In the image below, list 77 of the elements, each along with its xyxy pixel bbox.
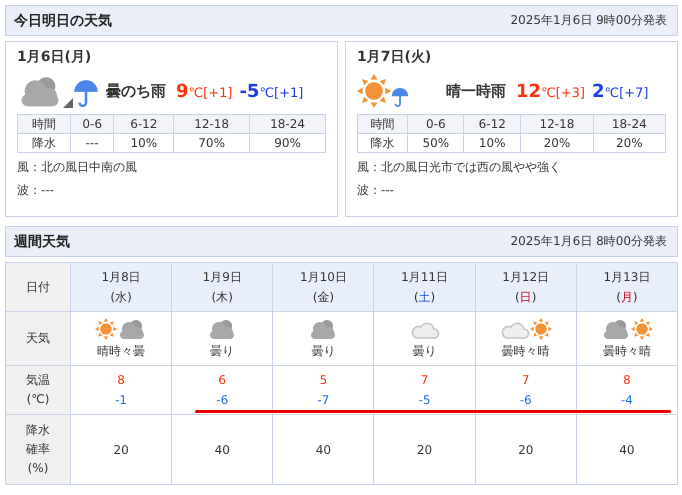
high-temperature: 7 <box>420 372 430 389</box>
table-cell: --- <box>70 134 114 152</box>
issued-time: 2025年1月6日 8時00分発表 <box>510 233 667 250</box>
table-cell: 18-24 <box>250 114 326 134</box>
issued-time: 2025年1月6日 9時00分発表 <box>510 12 667 29</box>
day-date: 1月7日(火) <box>357 48 432 66</box>
high-temperature: 5 <box>318 372 328 389</box>
weather-text: 曇時々晴 <box>602 343 652 360</box>
table-cell: 40 <box>272 414 374 484</box>
weather-text: 曇のち雨 <box>106 82 166 100</box>
table-cell: 20 <box>374 414 476 484</box>
high-temperature: 8 <box>622 372 632 389</box>
high-temperature: 7 <box>520 372 531 389</box>
section-title: 週間天気 <box>14 232 70 250</box>
weather-text: 曇り <box>209 343 236 360</box>
wind-text: 風：北の風日中南の風 <box>17 159 138 176</box>
high-temperature: 12℃[+3] <box>516 80 585 102</box>
table-cell: 10% <box>464 134 521 152</box>
date-cell: 1月13日 (月) <box>576 262 678 312</box>
weather-text: 晴一時雨 <box>446 82 506 100</box>
table-cell: 90% <box>250 134 326 152</box>
row-label: 気温 (℃) <box>6 366 70 414</box>
sun-icon <box>530 318 552 340</box>
wind-text: 風：北の風日光市では西の風やや強く <box>357 159 562 176</box>
high-temperature: 6 <box>217 372 228 389</box>
weather-text: 晴時々曇 <box>96 343 146 360</box>
low-temperature: -4 <box>620 392 634 409</box>
table-cell: 時間 <box>18 114 70 134</box>
sun-icon <box>95 318 118 340</box>
low-temperature: -5 <box>418 392 432 409</box>
day-date: 1月6日(月) <box>17 48 92 66</box>
table-cell: 40 <box>576 414 678 484</box>
sun-icon <box>357 74 391 108</box>
date-cell: 1月10日 (金) <box>272 262 374 312</box>
table-cell: 降水 <box>358 134 408 152</box>
table-cell: 20 <box>475 414 576 484</box>
date-cell: 1月9日 (木) <box>172 262 273 312</box>
date-cell: 1月11日 (土) <box>374 262 476 312</box>
low-temperature: 2℃[+7] <box>592 80 648 102</box>
arrow-icon <box>63 98 73 108</box>
table-cell: 12-18 <box>520 114 594 134</box>
weather-text: 曇り <box>412 343 438 360</box>
date-cell: 1月8日 (水) <box>70 262 172 312</box>
table-cell: 0-6 <box>408 114 464 134</box>
row-label: 降水 確率 (%) <box>6 414 70 484</box>
table-cell: 20% <box>520 134 594 152</box>
weather-text: 曇時々晴 <box>500 343 551 360</box>
date-cell: 1月12日 (日) <box>475 262 576 312</box>
table-cell: 6-12 <box>464 114 521 134</box>
low-temperature: -5℃[+1] <box>239 80 304 102</box>
low-temperature: -1 <box>114 392 128 409</box>
table-cell: 0-6 <box>70 114 114 134</box>
high-temperature: 9℃[+1] <box>176 80 232 102</box>
weather-text: 曇り <box>310 343 336 360</box>
table-cell: 時間 <box>358 114 408 134</box>
low-temperature: -6 <box>518 392 533 409</box>
table-cell: 18-24 <box>593 114 666 134</box>
table-cell: 12-18 <box>174 114 250 134</box>
row-label: 天気 <box>6 312 70 366</box>
table-cell: 6-12 <box>114 114 174 134</box>
sun-icon <box>630 318 653 340</box>
umbrella-icon <box>73 78 99 108</box>
high-temperature: 8 <box>116 372 126 389</box>
low-temperature: -7 <box>316 392 330 409</box>
table-cell: 20% <box>593 134 666 152</box>
low-temperature: -6 <box>215 392 230 409</box>
row-label: 日付 <box>6 262 70 312</box>
wave-text: 波：--- <box>17 182 55 199</box>
table-cell: 40 <box>172 414 273 484</box>
table-cell: 20 <box>70 414 172 484</box>
section-title: 今日明日の天気 <box>14 12 112 30</box>
table-cell: 10% <box>114 134 174 152</box>
table-cell: 降水 <box>18 134 70 152</box>
wave-text: 波：--- <box>357 182 395 199</box>
umbrella-icon <box>391 86 409 108</box>
table-cell: 50% <box>408 134 464 152</box>
table-cell: 70% <box>174 134 250 152</box>
